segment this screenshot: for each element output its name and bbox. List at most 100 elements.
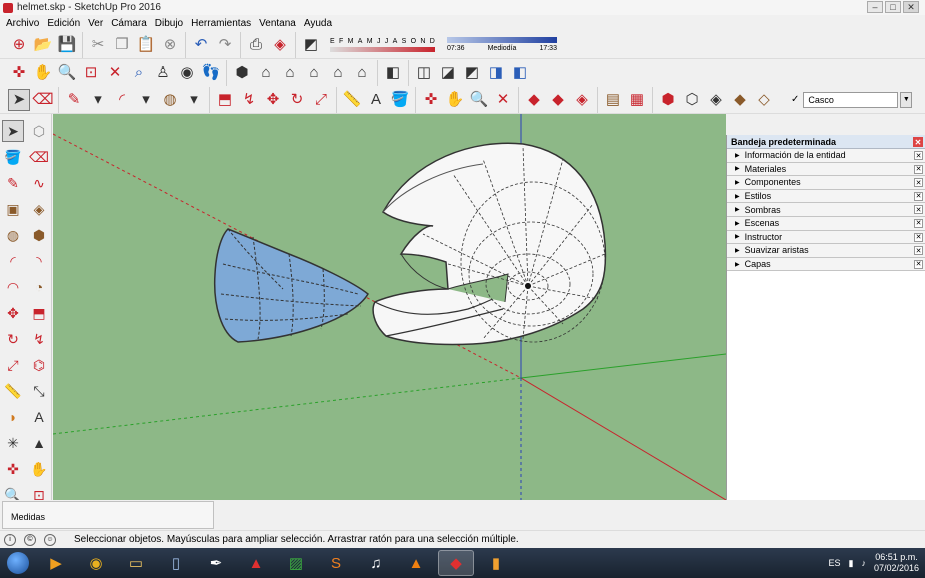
menu-edicion[interactable]: Edición xyxy=(45,18,86,29)
freehand-icon[interactable]: ∿ xyxy=(28,172,50,194)
shadows-toggle-icon[interactable]: ◩ xyxy=(300,34,322,56)
open-folder-icon[interactable]: 📂 xyxy=(32,34,54,56)
paint-bucket-icon[interactable]: 🪣 xyxy=(389,89,411,111)
zoom-extents-tool-icon[interactable]: ✕ xyxy=(492,89,514,111)
zoom-tool-icon[interactable]: 🔍 xyxy=(468,89,490,111)
rotate-tool-icon[interactable]: ↻ xyxy=(2,328,24,350)
tape-measure-icon[interactable]: 📏 xyxy=(341,89,363,111)
position-camera-icon[interactable]: ♙ xyxy=(152,62,174,84)
menu-dibujo[interactable]: Dibujo xyxy=(153,18,189,29)
layer-dropdown[interactable]: Casco xyxy=(803,91,899,108)
tray-item-layers[interactable]: ▶ Capas ✕ xyxy=(727,257,925,272)
inkscape-icon[interactable]: ✒ xyxy=(198,550,234,576)
scale-icon[interactable]: ⤢ xyxy=(310,89,332,111)
menu-ver[interactable]: Ver xyxy=(86,18,109,29)
move-icon[interactable]: ✥ xyxy=(262,89,284,111)
paste-icon[interactable]: 📋 xyxy=(135,34,157,56)
follow-me-tool-icon[interactable]: ↯ xyxy=(28,328,50,350)
select-arrow-icon[interactable]: ➤ xyxy=(8,88,30,111)
pan-icon[interactable]: ✋ xyxy=(32,62,54,84)
measurements-box[interactable]: Medidas xyxy=(2,501,214,529)
sketchup-task-icon[interactable]: ◆ xyxy=(438,550,474,576)
vlc-icon[interactable]: ▲ xyxy=(398,550,434,576)
zoom-extents-icon[interactable]: ✕ xyxy=(104,62,126,84)
clock[interactable]: 06:51 p.m. 07/02/2016 xyxy=(874,552,919,574)
print-icon[interactable]: ⎙ xyxy=(245,34,267,56)
close-panel-icon[interactable]: ✕ xyxy=(914,205,923,215)
tray-item-components[interactable]: ▶ Componentes ✕ xyxy=(727,176,925,190)
pan-left-icon[interactable]: ✋ xyxy=(28,458,50,480)
left-view-icon[interactable]: ⌂ xyxy=(351,62,373,84)
3d-text-icon[interactable]: ▲ xyxy=(28,432,50,454)
push-pull-tool-icon[interactable]: ⬒ xyxy=(28,302,50,324)
sandbox-scratch-icon[interactable]: ⬡ xyxy=(681,89,703,111)
rectangle-icon[interactable]: ▣ xyxy=(2,198,24,220)
visor-model[interactable] xyxy=(213,228,369,343)
pan-tool-icon[interactable]: ✋ xyxy=(444,89,466,111)
save-icon[interactable]: 💾 xyxy=(56,34,78,56)
tray-item-soften-edges[interactable]: ▶ Suavizar aristas ✕ xyxy=(727,244,925,258)
volume-icon[interactable]: ♪ xyxy=(861,558,866,568)
three-point-arc-icon[interactable]: ◠ xyxy=(2,276,24,298)
stamp-icon[interactable]: ◆ xyxy=(729,89,751,111)
previous-view-icon[interactable]: ⌕ xyxy=(128,62,150,84)
redo-icon[interactable]: ↷ xyxy=(214,34,236,56)
tray-item-entity-info[interactable]: ▶ Información de la entidad ✕ xyxy=(727,149,925,163)
undo-icon[interactable]: ↶ xyxy=(190,34,212,56)
close-icon[interactable]: ✕ xyxy=(903,1,919,13)
xray-icon[interactable]: ◧ xyxy=(382,62,404,84)
move-tool-icon[interactable]: ✥ xyxy=(2,302,24,324)
iso-view-icon[interactable]: ⬢ xyxy=(231,62,253,84)
cut-icon[interactable]: ✂ xyxy=(87,34,109,56)
close-panel-icon[interactable]: ✕ xyxy=(914,151,923,160)
polygon-icon[interactable]: ⬢ xyxy=(28,224,50,246)
close-panel-icon[interactable]: ✕ xyxy=(914,218,923,228)
close-panel-icon[interactable]: ✕ xyxy=(914,246,923,256)
eraser-icon[interactable]: ⌫ xyxy=(32,89,54,111)
orbit-icon[interactable]: ✜ xyxy=(8,62,30,84)
user-icon[interactable]: ☺ xyxy=(44,533,56,546)
shaded-textures-icon[interactable]: ◨ xyxy=(485,62,507,84)
shape-icon[interactable]: ◍ xyxy=(159,89,181,111)
time-slider[interactable]: 07:36 Mediodía 17:33 xyxy=(447,34,557,56)
layout-app-icon[interactable]: ▮ xyxy=(478,550,514,576)
notes-icon[interactable]: ▯ xyxy=(158,550,194,576)
start-button[interactable] xyxy=(0,549,36,577)
itunes-icon[interactable]: ♫ xyxy=(358,550,394,576)
circle-icon[interactable]: ◍ xyxy=(2,224,24,246)
two-point-arc-icon[interactable]: ◝ xyxy=(28,250,50,272)
close-panel-icon[interactable]: ✕ xyxy=(914,164,923,174)
share-model-icon[interactable]: ◆ xyxy=(547,89,569,111)
chrome-icon[interactable]: ◉ xyxy=(78,550,114,576)
scale-tool-icon[interactable]: ⤢ xyxy=(2,354,24,376)
line-tool-icon[interactable]: ✎ xyxy=(2,172,24,194)
zoom-icon[interactable]: 🔍 xyxy=(56,62,78,84)
text-tool-icon[interactable]: A xyxy=(365,89,387,111)
make-component-icon[interactable]: ⬡ xyxy=(28,120,50,142)
menu-herramientas[interactable]: Herramientas xyxy=(189,18,257,29)
menu-camara[interactable]: Cámara xyxy=(109,18,153,29)
smoove-icon[interactable]: ◈ xyxy=(705,89,727,111)
front-view-icon[interactable]: ⌂ xyxy=(279,62,301,84)
eraser-tool-icon[interactable]: ⌫ xyxy=(28,146,50,168)
minimize-icon[interactable]: – xyxy=(867,1,883,13)
protractor-icon[interactable]: ◗ xyxy=(2,406,24,428)
close-panel-icon[interactable]: ✕ xyxy=(914,178,923,188)
sublime-icon[interactable]: S xyxy=(318,550,354,576)
zoom-window-icon[interactable]: ⊡ xyxy=(80,62,102,84)
close-panel-icon[interactable]: ✕ xyxy=(914,259,923,269)
offset-icon[interactable]: ⌬ xyxy=(28,354,50,376)
language-indicator[interactable]: ES xyxy=(828,558,840,568)
spreadsheet-icon[interactable]: ▨ xyxy=(278,550,314,576)
copy-icon[interactable]: ❐ xyxy=(111,34,133,56)
arc-icon[interactable]: ◜ xyxy=(111,89,133,111)
drape-icon[interactable]: ◇ xyxy=(753,89,775,111)
orbit-left-icon[interactable]: ✜ xyxy=(2,458,24,480)
acrobat-icon[interactable]: ▲ xyxy=(238,550,274,576)
new-file-icon[interactable]: ⊕ xyxy=(8,34,30,56)
menu-ventana[interactable]: Ventana xyxy=(257,18,302,29)
monochrome-icon[interactable]: ◧ xyxy=(509,62,531,84)
shaded-icon[interactable]: ◩ xyxy=(461,62,483,84)
credits-icon[interactable]: © xyxy=(24,533,36,546)
close-panel-icon[interactable]: ✕ xyxy=(914,232,923,242)
